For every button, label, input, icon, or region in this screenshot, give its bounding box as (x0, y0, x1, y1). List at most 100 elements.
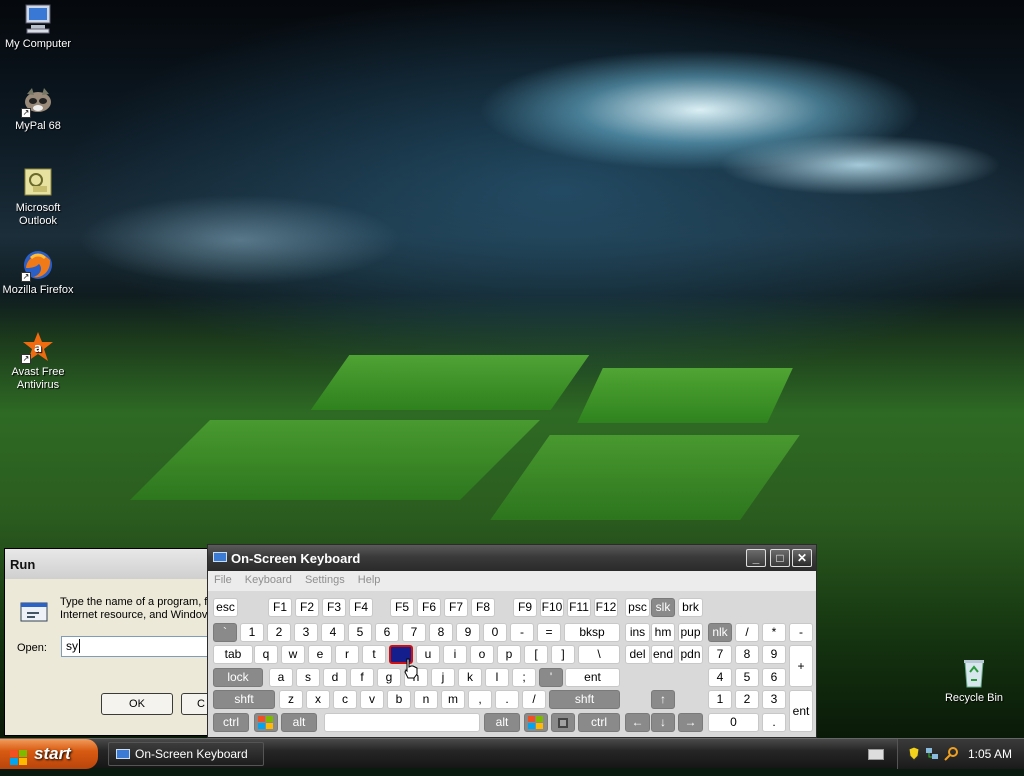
key-plus[interactable]: + (789, 645, 813, 687)
key-0[interactable]: 0 (708, 713, 759, 732)
key-ent[interactable]: ent (789, 690, 813, 732)
key-7[interactable]: 7 (708, 645, 732, 664)
key-semicolon[interactable]: ; (512, 668, 536, 687)
key-space[interactable] (324, 713, 480, 732)
key-del[interactable]: del (625, 645, 650, 664)
key-psc[interactable]: psc (625, 598, 650, 617)
key-s[interactable]: s (296, 668, 320, 687)
key-backslash[interactable]: \ (578, 645, 620, 664)
taskbar-button-osk[interactable]: On-Screen Keyboard (108, 742, 264, 766)
key-9[interactable]: 9 (456, 623, 480, 642)
close-button[interactable]: ✕ (792, 549, 812, 567)
key-shft[interactable]: shft (549, 690, 620, 709)
security-shield-icon[interactable] (908, 746, 920, 761)
key-equals[interactable]: = (537, 623, 561, 642)
key-backtick[interactable]: ` (213, 623, 237, 642)
key-tab[interactable]: tab (213, 645, 253, 664)
key-hm[interactable]: hm (651, 623, 675, 642)
maximize-button[interactable]: □ (770, 549, 790, 567)
key-f9[interactable]: F9 (513, 598, 537, 617)
key-slash[interactable]: / (735, 623, 759, 642)
key-8[interactable]: 8 (735, 645, 759, 664)
keyboard-tray-icon[interactable] (868, 749, 884, 760)
key-1[interactable]: 1 (240, 623, 264, 642)
menu-keyboard[interactable]: Keyboard (245, 574, 292, 586)
key-4[interactable]: 4 (708, 668, 732, 687)
key-f7[interactable]: F7 (444, 598, 468, 617)
key-r[interactable]: r (335, 645, 359, 664)
key-g[interactable]: g (377, 668, 401, 687)
key-ent[interactable]: ent (565, 668, 620, 687)
key-6[interactable]: 6 (762, 668, 786, 687)
key-f2[interactable]: F2 (295, 598, 319, 617)
key-6[interactable]: 6 (375, 623, 399, 642)
key-f5[interactable]: F5 (390, 598, 414, 617)
key-period[interactable]: . (495, 690, 519, 709)
key-9[interactable]: 9 (762, 645, 786, 664)
key-slash[interactable]: / (522, 690, 546, 709)
key-minus[interactable]: - (510, 623, 534, 642)
start-button[interactable]: start (0, 739, 98, 769)
key-d[interactable]: d (323, 668, 347, 687)
key-k[interactable]: k (458, 668, 482, 687)
key-alt[interactable]: alt (484, 713, 520, 732)
key-e[interactable]: e (308, 645, 332, 664)
desktop-icon-avast[interactable]: a ↗ Avast Free Antivirus (0, 330, 78, 392)
key-win[interactable] (254, 713, 278, 732)
key-ctrl[interactable]: ctrl (578, 713, 620, 732)
key-0[interactable]: 0 (483, 623, 507, 642)
key-nlk[interactable]: nlk (708, 623, 732, 642)
key-slk[interactable]: slk (651, 598, 675, 617)
key-8[interactable]: 8 (429, 623, 453, 642)
ok-button[interactable]: OK (101, 693, 173, 715)
key-n[interactable]: n (414, 690, 438, 709)
key-5[interactable]: 5 (735, 668, 759, 687)
desktop-icon-firefox[interactable]: ↗ Mozilla Firefox (0, 248, 78, 297)
search-icon[interactable] (944, 746, 959, 761)
key-up[interactable]: ↑ (651, 690, 675, 709)
key-alt[interactable]: alt (281, 713, 317, 732)
key-t[interactable]: t (362, 645, 386, 664)
key-4[interactable]: 4 (321, 623, 345, 642)
menu-file[interactable]: File (214, 574, 232, 586)
key-j[interactable]: j (431, 668, 455, 687)
key-bksp[interactable]: bksp (564, 623, 620, 642)
key-2[interactable]: 2 (735, 690, 759, 709)
key-f11[interactable]: F11 (567, 598, 591, 617)
key-f6[interactable]: F6 (417, 598, 441, 617)
menu-settings[interactable]: Settings (305, 574, 345, 586)
key-quote[interactable]: ' (539, 668, 563, 687)
key-esc[interactable]: esc (213, 598, 238, 617)
key-shft[interactable]: shft (213, 690, 275, 709)
key-f[interactable]: f (350, 668, 374, 687)
key-brk[interactable]: brk (678, 598, 703, 617)
key-z[interactable]: z (279, 690, 303, 709)
key-b[interactable]: b (387, 690, 411, 709)
key-f3[interactable]: F3 (322, 598, 346, 617)
key-down[interactable]: ↓ (651, 713, 675, 732)
key-v[interactable]: v (360, 690, 384, 709)
key-l[interactable]: l (485, 668, 509, 687)
key-ins[interactable]: ins (625, 623, 650, 642)
key-f8[interactable]: F8 (471, 598, 495, 617)
clock[interactable]: 1:05 AM (968, 747, 1012, 761)
desktop-icon-outlook[interactable]: Microsoft Outlook (0, 166, 78, 228)
run-dialog-title[interactable]: Run (5, 549, 215, 579)
key-w[interactable]: w (281, 645, 305, 664)
key-1[interactable]: 1 (708, 690, 732, 709)
key-u[interactable]: u (416, 645, 440, 664)
key-rbracket[interactable]: ] (551, 645, 575, 664)
minimize-button[interactable]: _ (746, 549, 766, 567)
key-asterisk[interactable]: * (762, 623, 786, 642)
key-m[interactable]: m (441, 690, 465, 709)
open-input[interactable]: sy (61, 636, 221, 657)
key-pup[interactable]: pup (678, 623, 703, 642)
key-p[interactable]: p (497, 645, 521, 664)
key-c[interactable]: c (333, 690, 357, 709)
key-f10[interactable]: F10 (540, 598, 564, 617)
key-2[interactable]: 2 (267, 623, 291, 642)
key-pdn[interactable]: pdn (678, 645, 703, 664)
key-period[interactable]: . (762, 713, 786, 732)
key-minus[interactable]: - (789, 623, 813, 642)
key-q[interactable]: q (254, 645, 278, 664)
